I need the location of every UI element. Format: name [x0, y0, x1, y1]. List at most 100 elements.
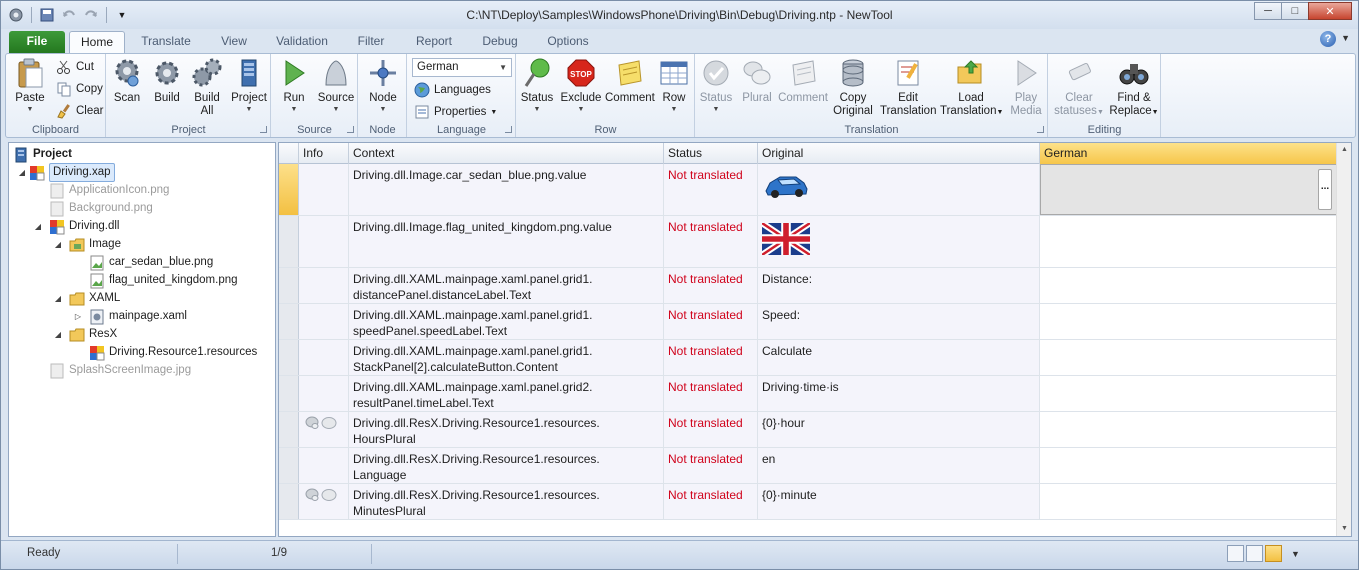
scroll-up-icon[interactable]: ▲ [1337, 143, 1351, 157]
sheet-view-icon[interactable] [1265, 545, 1282, 562]
tree-node-driving-xap[interactable]: Driving.xap [29, 163, 115, 182]
column-header-context[interactable]: Context [349, 143, 664, 164]
table-row[interactable]: Driving.dll.ResX.Driving.Resource1.resou… [279, 484, 1337, 520]
expand-toggle-icon[interactable]: ◢ [53, 240, 63, 249]
clear-button[interactable]: Clear [56, 101, 103, 121]
exclude-button[interactable]: STOP Exclude ▼ [559, 57, 603, 114]
german-cell[interactable] [1040, 304, 1337, 339]
column-header-info[interactable]: Info [299, 143, 349, 164]
row-comment-button[interactable]: Comment [605, 57, 655, 105]
run-button[interactable]: Run ▼ [274, 57, 314, 114]
row-selector[interactable] [279, 412, 299, 447]
find-replace-button[interactable]: Find & Replace▼ [1109, 57, 1159, 119]
edit-ellipsis-button[interactable]: ... [1318, 169, 1332, 210]
help-icon[interactable]: ? [1320, 31, 1336, 47]
row-selector[interactable] [279, 340, 299, 375]
grid-view-icon[interactable] [1227, 545, 1244, 562]
project-button[interactable]: Project ▼ [229, 57, 269, 114]
vertical-scrollbar[interactable]: ▲ ▼ [1336, 143, 1351, 536]
play-media-button[interactable]: Play Media [1006, 57, 1046, 118]
ribbon-options-icon[interactable]: ▼ [1341, 33, 1350, 43]
dialog-launcher-icon[interactable] [1037, 126, 1044, 133]
tree-node-application-icon[interactable]: ApplicationIcon.png [49, 182, 169, 199]
table-row[interactable]: Driving.dll.ResX.Driving.Resource1.resou… [279, 412, 1337, 448]
german-cell[interactable] [1040, 412, 1337, 447]
tab-home[interactable]: Home [69, 31, 125, 55]
expand-toggle-icon[interactable]: ◢ [53, 330, 63, 339]
plural-button[interactable]: Plural [738, 57, 776, 105]
row-selector[interactable] [279, 164, 299, 215]
tab-file[interactable]: File [9, 31, 65, 53]
languages-button[interactable]: Languages [414, 80, 491, 100]
tree-node-project[interactable]: Project [13, 146, 72, 163]
tab-debug[interactable]: Debug [473, 31, 527, 53]
table-row[interactable]: Driving.dll.XAML.mainpage.xaml.panel.gri… [279, 376, 1337, 412]
build-all-button[interactable]: Build All [189, 57, 225, 118]
tree-node-resource1[interactable]: Driving.Resource1.resources [89, 344, 257, 361]
tab-options[interactable]: Options [539, 31, 597, 53]
expand-toggle-icon[interactable]: ◢ [33, 222, 43, 231]
german-cell[interactable] [1040, 268, 1337, 303]
scroll-down-icon[interactable]: ▼ [1337, 522, 1351, 536]
table-row[interactable]: Driving.dll.Image.car_sedan_blue.png.val… [279, 164, 1337, 216]
row-selector[interactable] [279, 268, 299, 303]
copy-original-button[interactable]: Copy Original [830, 57, 876, 118]
row-button[interactable]: Row ▼ [655, 57, 693, 114]
row-selector[interactable] [279, 216, 299, 267]
dialog-launcher-icon[interactable] [505, 126, 512, 133]
tree-node-image-folder[interactable]: Image [69, 236, 121, 253]
tree-node-flag-uk[interactable]: flag_united_kingdom.png [89, 272, 238, 289]
translation-comment-button[interactable]: Comment [778, 57, 828, 105]
german-cell[interactable] [1040, 340, 1337, 375]
tab-report[interactable]: Report [407, 31, 461, 53]
clear-statuses-button[interactable]: Clear statuses▼ [1051, 57, 1107, 119]
tree-node-mainpage-xaml[interactable]: mainpage.xaml [89, 308, 187, 325]
tab-view[interactable]: View [207, 31, 261, 53]
tree-node-splash-screen[interactable]: SplashScreenImage.jpg [49, 362, 191, 379]
collapse-toggle-icon[interactable]: ▷ [73, 312, 83, 321]
expand-toggle-icon[interactable]: ◢ [17, 168, 27, 177]
edit-translation-button[interactable]: Edit Translation [880, 57, 936, 118]
minimize-button[interactable]: ─ [1254, 2, 1282, 20]
table-row[interactable]: Driving.dll.Image.flag_united_kingdom.pn… [279, 216, 1337, 268]
list-view-icon[interactable] [1246, 545, 1263, 562]
column-header-original[interactable]: Original [758, 143, 1040, 164]
tree-node-resx-folder[interactable]: ResX [69, 326, 117, 343]
paste-button[interactable]: Paste ▼ [10, 57, 50, 114]
tree-node-driving-dll[interactable]: Driving.dll [49, 218, 120, 235]
german-cell[interactable] [1040, 484, 1337, 519]
maximize-button[interactable]: □ [1281, 2, 1309, 20]
table-row[interactable]: Driving.dll.XAML.mainpage.xaml.panel.gri… [279, 340, 1337, 376]
german-cell-editor[interactable]: ... [1040, 164, 1337, 215]
column-header-status[interactable]: Status [664, 143, 758, 164]
row-status-button[interactable]: Status ▼ [517, 57, 557, 114]
tree-node-xaml-folder[interactable]: XAML [69, 290, 120, 307]
row-selector[interactable] [279, 376, 299, 411]
close-button[interactable]: ✕ [1308, 2, 1352, 20]
properties-button[interactable]: Properties ▼ [414, 102, 497, 122]
table-row[interactable]: Driving.dll.ResX.Driving.Resource1.resou… [279, 448, 1337, 484]
table-row[interactable]: Driving.dll.XAML.mainpage.xaml.panel.gri… [279, 268, 1337, 304]
tab-translate[interactable]: Translate [133, 31, 199, 53]
translation-status-button[interactable]: Status ▼ [696, 57, 736, 114]
expand-toggle-icon[interactable]: ◢ [53, 294, 63, 303]
dialog-launcher-icon[interactable] [260, 126, 267, 133]
status-options-icon[interactable]: ▼ [1291, 549, 1300, 559]
source-button[interactable]: Source ▼ [316, 57, 356, 114]
row-selector[interactable] [279, 304, 299, 339]
row-selector[interactable] [279, 484, 299, 519]
german-cell[interactable] [1040, 216, 1337, 267]
tree-node-car-sedan[interactable]: car_sedan_blue.png [89, 254, 213, 271]
column-header-german[interactable]: German [1040, 143, 1337, 164]
tree-node-background[interactable]: Background.png [49, 200, 153, 217]
table-row[interactable]: Driving.dll.XAML.mainpage.xaml.panel.gri… [279, 304, 1337, 340]
row-selector[interactable] [279, 448, 299, 483]
tab-validation[interactable]: Validation [269, 31, 335, 53]
copy-button[interactable]: Copy [56, 79, 103, 99]
german-cell[interactable] [1040, 448, 1337, 483]
node-button[interactable]: Node ▼ [363, 57, 403, 114]
load-translation-button[interactable]: Load Translation▼ [940, 57, 1003, 119]
scan-button[interactable]: Scan [109, 57, 145, 105]
cut-button[interactable]: Cut [56, 57, 94, 77]
build-button[interactable]: Build [149, 57, 185, 105]
